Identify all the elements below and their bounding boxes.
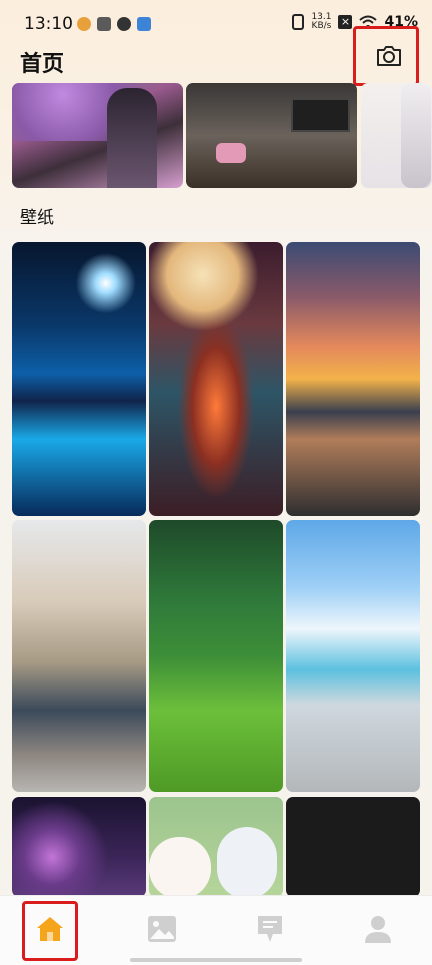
banner-item[interactable] (361, 83, 432, 188)
wallpaper-tile[interactable] (149, 520, 283, 792)
banner-item[interactable] (12, 83, 183, 188)
network-speed-unit: KB/s (311, 21, 332, 31)
nav-home[interactable] (20, 906, 80, 952)
app-notification-icon (137, 17, 151, 31)
nav-feedback[interactable] (240, 906, 300, 952)
page-title: 首页 (20, 52, 65, 77)
nav-wallpaper[interactable] (132, 906, 192, 952)
vibrate-icon (292, 14, 305, 30)
user-icon (365, 916, 391, 943)
home-icon (37, 917, 63, 941)
camera-icon (377, 46, 401, 66)
wallpaper-tile[interactable] (12, 520, 146, 792)
camera-button[interactable] (353, 26, 419, 86)
wallpaper-tile[interactable] (12, 242, 146, 516)
wallpaper-tile[interactable] (286, 797, 420, 897)
wallpaper-tile[interactable] (149, 797, 283, 897)
wallpaper-tile[interactable] (286, 520, 420, 792)
nav-profile[interactable] (348, 906, 408, 952)
wallpaper-tile[interactable] (286, 242, 420, 516)
feedback-icon (258, 916, 282, 942)
banner-item[interactable] (186, 83, 357, 188)
network-speed: 13.1 KB/s (311, 13, 331, 31)
notification-icons (77, 17, 151, 31)
gesture-bar (130, 958, 302, 962)
gallery-notification-icon (97, 17, 111, 31)
section-title-wallpapers: 壁纸 (20, 208, 54, 228)
image-icon (148, 916, 176, 942)
wallpaper-tile[interactable] (149, 242, 283, 516)
bottom-nav (0, 895, 432, 965)
weibo-icon (77, 17, 91, 31)
banner-carousel[interactable] (12, 83, 432, 188)
status-time: 13:10 (24, 14, 73, 34)
wallpaper-tile[interactable] (12, 797, 146, 897)
sim-off-icon: × (338, 15, 353, 29)
sync-icon (117, 17, 131, 31)
